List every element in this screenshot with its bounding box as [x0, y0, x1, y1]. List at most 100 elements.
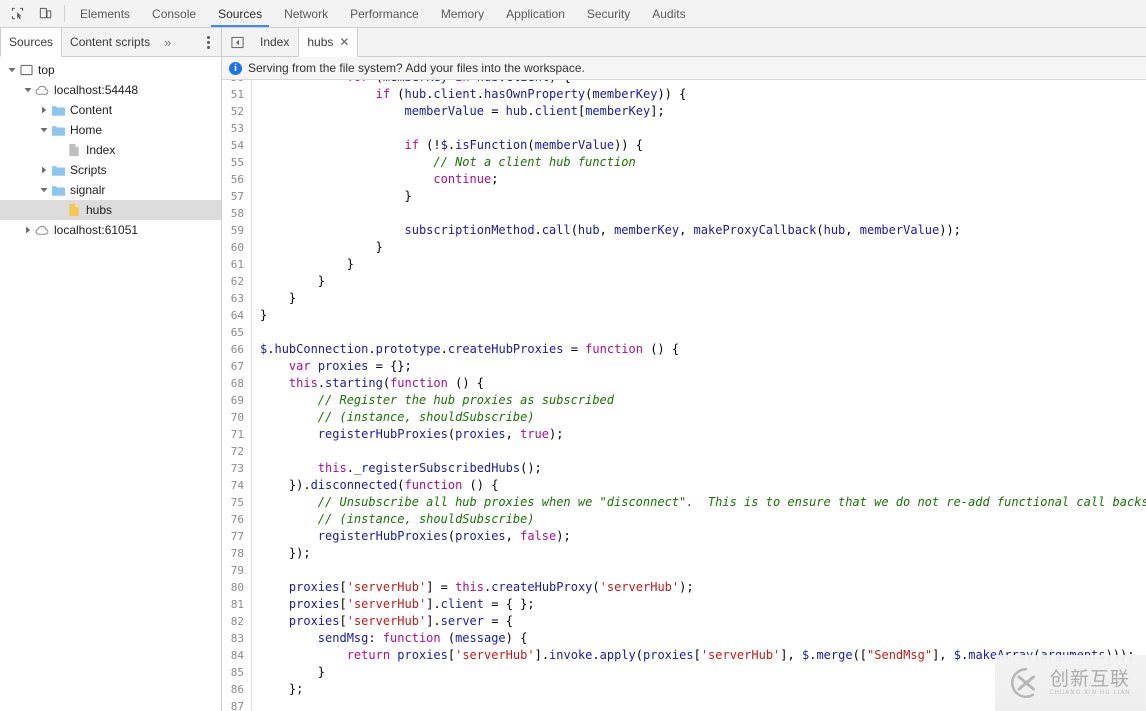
line-content[interactable]: continue;: [252, 171, 498, 188]
code-line[interactable]: 62 }: [222, 273, 1146, 290]
tree-item-top[interactable]: top: [0, 60, 221, 80]
line-content[interactable]: });: [252, 545, 311, 562]
code-line[interactable]: 73 this._registerSubscribedHubs();: [222, 460, 1146, 477]
line-number[interactable]: 65: [222, 324, 252, 341]
tab-network[interactable]: Network: [273, 0, 339, 27]
tree-item-home[interactable]: Home: [0, 120, 221, 140]
line-content[interactable]: [252, 324, 260, 341]
tree-item-localhost-54448[interactable]: localhost:54448: [0, 80, 221, 100]
line-number[interactable]: 70: [222, 409, 252, 426]
code-line[interactable]: 70 // (instance, shouldSubscribe): [222, 409, 1146, 426]
tree-item-content[interactable]: Content: [0, 100, 221, 120]
code-line[interactable]: 87: [222, 698, 1146, 711]
line-content[interactable]: subscriptionMethod.call(hub, memberKey, …: [252, 222, 961, 239]
line-number[interactable]: 84: [222, 647, 252, 664]
code-line[interactable]: 81 proxies['serverHub'].client = { };: [222, 596, 1146, 613]
line-number[interactable]: 76: [222, 511, 252, 528]
line-number[interactable]: 75: [222, 494, 252, 511]
line-content[interactable]: if (!$.isFunction(memberValue)) {: [252, 137, 643, 154]
chevron-right-icon[interactable]: [22, 224, 34, 236]
line-content[interactable]: };: [252, 681, 303, 698]
line-number[interactable]: 85: [222, 664, 252, 681]
line-number[interactable]: 61: [222, 256, 252, 273]
code-line[interactable]: 51 if (hub.client.hasOwnProperty(memberK…: [222, 86, 1146, 103]
line-content[interactable]: }: [252, 188, 411, 205]
code-line[interactable]: 72: [222, 443, 1146, 460]
line-number[interactable]: 57: [222, 188, 252, 205]
code-line[interactable]: 61 }: [222, 256, 1146, 273]
code-line[interactable]: 64}: [222, 307, 1146, 324]
chevron-down-icon[interactable]: [38, 124, 50, 136]
chevron-down-icon[interactable]: [22, 84, 34, 96]
code-line[interactable]: 56 continue;: [222, 171, 1146, 188]
line-number[interactable]: 71: [222, 426, 252, 443]
line-content[interactable]: [252, 120, 260, 137]
line-number[interactable]: 82: [222, 613, 252, 630]
line-content[interactable]: // Not a client hub function: [252, 154, 635, 171]
line-number[interactable]: 83: [222, 630, 252, 647]
collapse-sidebar-icon[interactable]: [222, 28, 251, 56]
line-content[interactable]: }: [252, 290, 296, 307]
line-number[interactable]: 87: [222, 698, 252, 711]
inspect-element-icon[interactable]: [6, 3, 28, 25]
line-number[interactable]: 63: [222, 290, 252, 307]
line-number[interactable]: 59: [222, 222, 252, 239]
line-content[interactable]: }: [252, 239, 383, 256]
line-number[interactable]: 53: [222, 120, 252, 137]
line-content[interactable]: $.hubConnection.prototype.createHubProxi…: [252, 341, 679, 358]
line-content[interactable]: [252, 562, 260, 579]
code-line[interactable]: 75 // Unsubscribe all hub proxies when w…: [222, 494, 1146, 511]
line-number[interactable]: 60: [222, 239, 252, 256]
line-content[interactable]: registerHubProxies(proxies, false);: [252, 528, 571, 545]
code-line[interactable]: 68 this.starting(function () {: [222, 375, 1146, 392]
line-number[interactable]: 80: [222, 579, 252, 596]
navigator-tab-sources[interactable]: Sources: [0, 28, 63, 57]
code-line[interactable]: 77 registerHubProxies(proxies, false);: [222, 528, 1146, 545]
line-content[interactable]: var proxies = {};: [252, 358, 412, 375]
code-line[interactable]: 59 subscriptionMethod.call(hub, memberKe…: [222, 222, 1146, 239]
tree-item-index[interactable]: Index: [0, 140, 221, 160]
editor-tab-index[interactable]: Index: [251, 28, 298, 56]
line-number[interactable]: 54: [222, 137, 252, 154]
tab-elements[interactable]: Elements: [69, 0, 141, 27]
code-line[interactable]: 60 }: [222, 239, 1146, 256]
code-line[interactable]: 74 }).disconnected(function () {: [222, 477, 1146, 494]
tree-item-hubs[interactable]: hubs: [0, 200, 221, 220]
code-line[interactable]: 65: [222, 324, 1146, 341]
chevron-right-icon[interactable]: [38, 104, 50, 116]
line-number[interactable]: 72: [222, 443, 252, 460]
line-content[interactable]: [252, 443, 260, 460]
line-content[interactable]: this.starting(function () {: [252, 375, 484, 392]
line-number[interactable]: 77: [222, 528, 252, 545]
line-content[interactable]: proxies['serverHub'].client = { };: [252, 596, 535, 613]
code-line[interactable]: 83 sendMsg: function (message) {: [222, 630, 1146, 647]
code-line[interactable]: 85 }: [222, 664, 1146, 681]
line-content[interactable]: }: [252, 664, 325, 681]
code-line[interactable]: 53: [222, 120, 1146, 137]
code-line[interactable]: 79: [222, 562, 1146, 579]
line-content[interactable]: [252, 698, 260, 711]
tree-item-localhost-61051[interactable]: localhost:61051: [0, 220, 221, 240]
line-number[interactable]: 74: [222, 477, 252, 494]
line-content[interactable]: }: [252, 256, 354, 273]
tab-console[interactable]: Console: [141, 0, 207, 27]
line-content[interactable]: }: [252, 307, 267, 324]
tab-application[interactable]: Application: [495, 0, 576, 27]
code-line[interactable]: 71 registerHubProxies(proxies, true);: [222, 426, 1146, 443]
device-toolbar-icon[interactable]: [34, 3, 56, 25]
navigator-tab-content-scripts[interactable]: Content scripts: [62, 28, 158, 56]
line-content[interactable]: registerHubProxies(proxies, true);: [252, 426, 564, 443]
line-number[interactable]: 62: [222, 273, 252, 290]
code-line[interactable]: 86 };: [222, 681, 1146, 698]
line-content[interactable]: proxies['serverHub'].server = {: [252, 613, 513, 630]
line-number[interactable]: 86: [222, 681, 252, 698]
line-content[interactable]: }).disconnected(function () {: [252, 477, 499, 494]
line-content[interactable]: sendMsg: function (message) {: [252, 630, 528, 647]
code-line[interactable]: 82 proxies['serverHub'].server = {: [222, 613, 1146, 630]
code-line[interactable]: 78 });: [222, 545, 1146, 562]
line-number[interactable]: 79: [222, 562, 252, 579]
code-line[interactable]: 80 proxies['serverHub'] = this.createHub…: [222, 579, 1146, 596]
file-navigator-tree[interactable]: top localhost:54448 Content Home Index Script…: [0, 57, 222, 711]
tab-security[interactable]: Security: [576, 0, 641, 27]
close-icon[interactable]: ✕: [339, 36, 349, 48]
